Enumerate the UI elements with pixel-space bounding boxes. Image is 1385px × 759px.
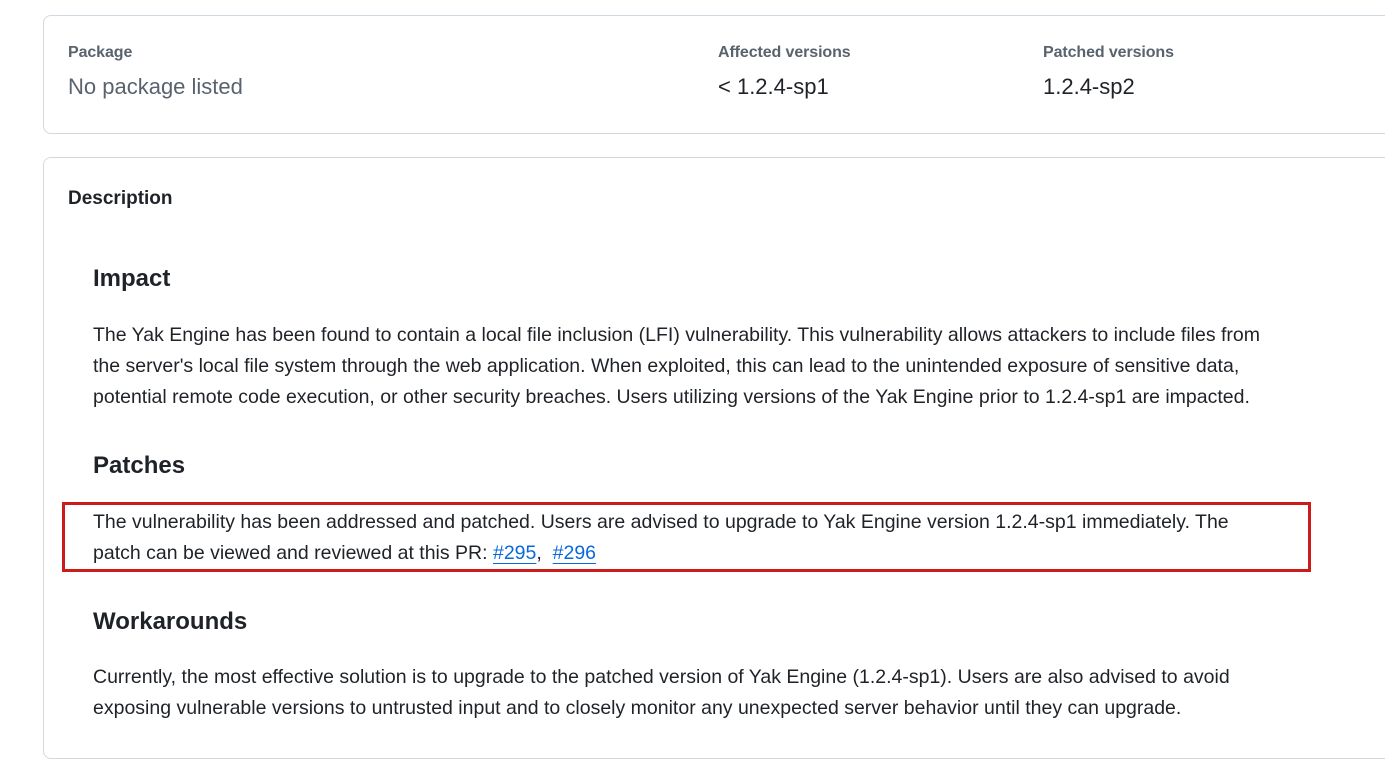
patched-versions-label: Patched versions — [1043, 44, 1174, 61]
patched-versions-value: 1.2.4-sp2 — [1043, 74, 1135, 99]
impact-line: the server's local file system through t… — [93, 355, 1240, 377]
affected-versions-column: Affected versions < 1.2.4-sp1 — [718, 44, 851, 100]
workarounds-line: exposing vulnerable versions to untruste… — [93, 697, 1182, 719]
package-label: Package — [68, 44, 133, 61]
highlight-annotation-box — [62, 502, 1311, 572]
workarounds-line: Currently, the most effective solution i… — [93, 666, 1230, 688]
package-column: Package No package listed — [68, 44, 243, 100]
package-info-box: Package No package listed Affected versi… — [43, 15, 1385, 134]
patched-versions-column: Patched versions 1.2.4-sp2 — [1043, 44, 1174, 100]
description-title: Description — [68, 188, 173, 209]
impact-paragraph: The Yak Engine has been found to contain… — [93, 320, 1260, 413]
affected-versions-label: Affected versions — [718, 44, 851, 61]
package-value: No package listed — [68, 74, 243, 99]
affected-versions-value: < 1.2.4-sp1 — [718, 74, 829, 99]
patches-heading: Patches — [93, 452, 186, 479]
impact-line: potential remote code execution, or othe… — [93, 386, 1250, 408]
workarounds-paragraph: Currently, the most effective solution i… — [93, 662, 1230, 724]
impact-heading: Impact — [93, 265, 171, 292]
workarounds-heading: Workarounds — [93, 608, 248, 635]
impact-line: The Yak Engine has been found to contain… — [93, 324, 1260, 346]
description-box: Description Impact The Yak Engine has be… — [43, 157, 1385, 759]
